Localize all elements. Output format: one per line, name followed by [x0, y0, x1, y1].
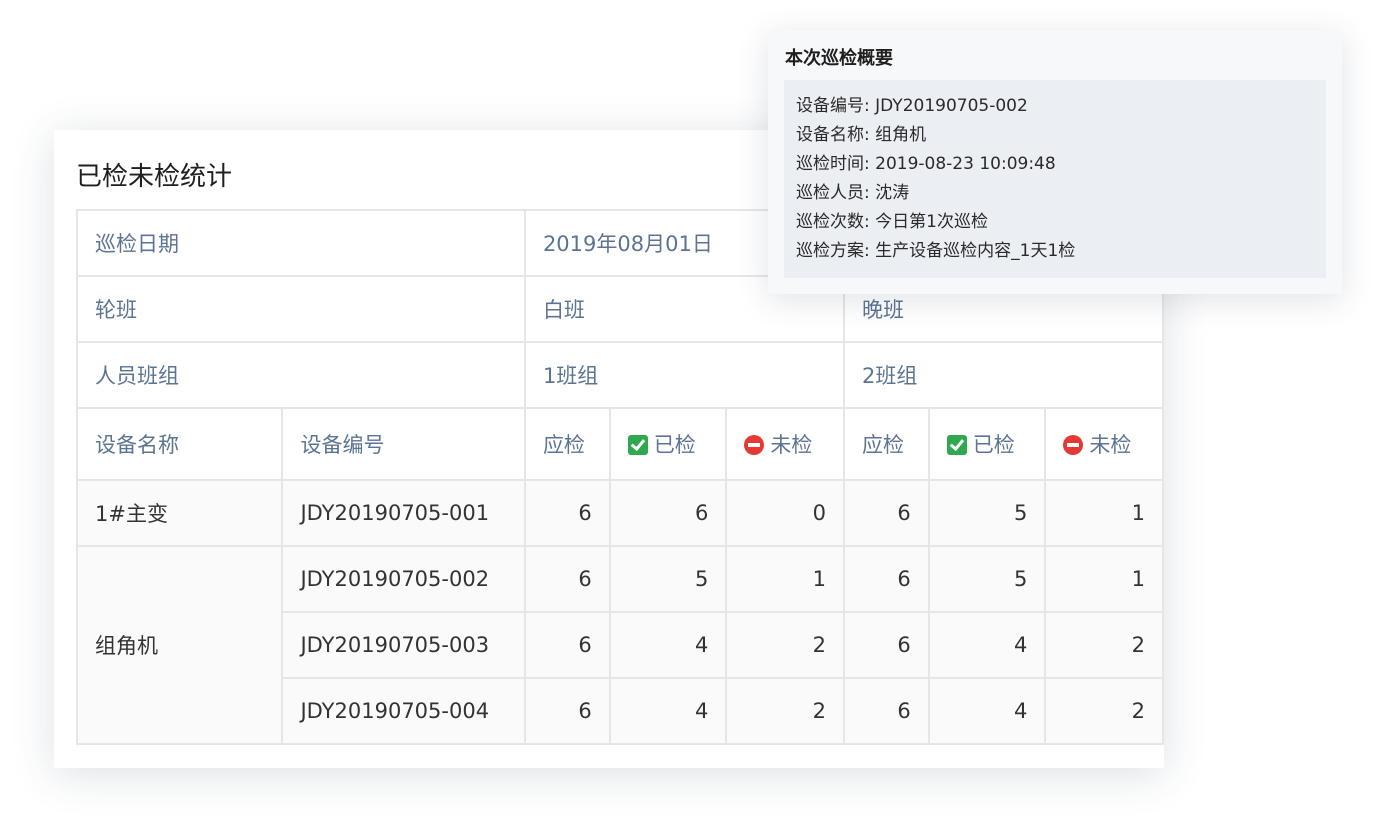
summary-inspection-count: 巡检次数: 今日第1次巡检: [796, 212, 988, 232]
day-done-cell: 5: [608, 545, 728, 613]
day-undone-cell: 0: [725, 479, 845, 547]
check-box-icon: [627, 435, 648, 455]
no-entry-icon: [744, 435, 765, 455]
night-done-cell: 4: [927, 611, 1047, 679]
day-should-cell: 6: [523, 677, 611, 745]
night-should-cell: 6: [842, 611, 930, 679]
popup-body: 设备编号: JDY20190705-002 设备名称: 组角机 巡检时间: 20…: [784, 80, 1326, 278]
summary-inspection-time: 巡检时间: 2019-08-23 10:09:48: [796, 154, 1056, 174]
group-night: 2班组: [842, 341, 1164, 409]
night-should-cell: 6: [842, 545, 930, 613]
table-row: 1#主变 JDY20190705-001 6 6 0 6 5 1: [75, 479, 1164, 547]
day-should-cell: 6: [523, 545, 611, 613]
day-undone-cell: 2: [725, 677, 845, 745]
popup-title: 本次巡检概要: [785, 48, 893, 69]
group-row: 人员班组 1班组 2班组: [76, 341, 1164, 409]
device-code-cell: JDY20190705-004: [281, 677, 526, 745]
date-label: 巡检日期: [76, 209, 526, 277]
day-should-cell: 6: [523, 611, 611, 679]
day-undone-cell: 1: [725, 545, 845, 613]
night-done-cell: 5: [927, 545, 1047, 613]
night-should-cell: 6: [842, 479, 930, 547]
no-entry-icon: [1063, 435, 1084, 455]
summary-inspector: 巡检人员: 沈涛: [796, 183, 910, 203]
day-done-cell: 4: [608, 677, 728, 745]
group-label: 人员班组: [76, 341, 526, 409]
col-device-code: 设备编号: [281, 407, 526, 481]
night-done-cell: 4: [927, 677, 1047, 745]
night-undone-cell: 2: [1044, 611, 1164, 679]
day-done-cell: 6: [608, 479, 728, 547]
check-box-icon: [946, 435, 967, 455]
device-code-cell: JDY20190705-002: [281, 545, 526, 613]
day-done-cell: 4: [608, 611, 728, 679]
day-undone-cell: 2: [725, 611, 845, 679]
summary-device-code: 设备编号: JDY20190705-002: [796, 96, 1028, 116]
column-header-row: 设备名称 设备编号 应检 已检 未检 应检 已检 未检: [75, 407, 1164, 481]
col-day-done-label: 已检: [653, 433, 696, 457]
night-done-cell: 5: [927, 479, 1047, 547]
night-undone-cell: 1: [1044, 545, 1164, 613]
shift-label: 轮班: [76, 275, 526, 343]
card-title: 已检未检统计: [76, 162, 233, 192]
col-night-should: 应检: [842, 407, 930, 481]
device-code-cell: JDY20190705-001: [281, 479, 526, 547]
device-code-cell: JDY20190705-003: [281, 611, 526, 679]
col-night-undone-label: 未检: [1089, 433, 1132, 457]
night-undone-cell: 2: [1044, 677, 1164, 745]
night-undone-cell: 1: [1044, 479, 1164, 547]
night-should-cell: 6: [842, 677, 930, 745]
col-night-undone: 未检: [1044, 407, 1164, 481]
col-night-done: 已检: [927, 407, 1047, 481]
device-name-cell: 组角机: [75, 545, 284, 745]
group-day: 1班组: [523, 341, 845, 409]
device-name-cell: 1#主变: [75, 479, 284, 547]
col-day-undone-label: 未检: [770, 433, 813, 457]
col-day-should: 应检: [523, 407, 611, 481]
col-night-done-label: 已检: [972, 433, 1015, 457]
col-day-done: 已检: [608, 407, 728, 481]
table-row: 组角机 JDY20190705-002 6 5 1 6 5 1: [75, 545, 1164, 745]
day-should-cell: 6: [523, 479, 611, 547]
summary-device-name: 设备名称: 组角机: [796, 125, 927, 145]
inspection-summary-popup: 本次巡检概要 设备编号: JDY20190705-002 设备名称: 组角机 巡…: [768, 30, 1342, 294]
col-device-name: 设备名称: [75, 407, 284, 481]
col-day-undone: 未检: [725, 407, 845, 481]
summary-inspection-plan: 巡检方案: 生产设备巡检内容_1天1检: [796, 241, 1076, 261]
